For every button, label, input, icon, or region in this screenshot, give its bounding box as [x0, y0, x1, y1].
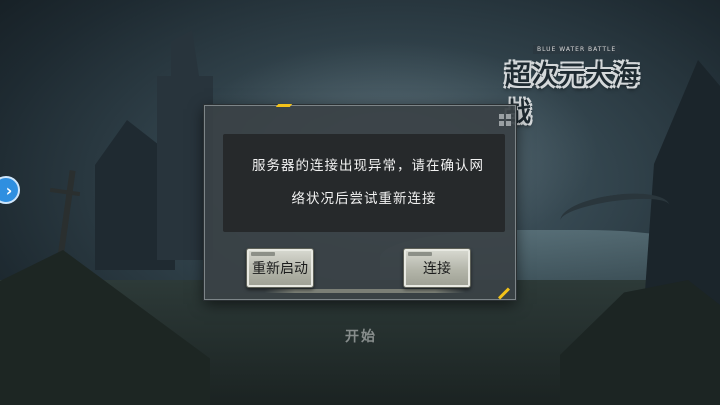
accent-stripe-bottom: [497, 287, 511, 300]
message-line-2: 络状况后尝试重新连接: [291, 191, 437, 207]
game-logo: BLUE WATER BATTLE 超次元大海战: [505, 45, 665, 128]
start-label[interactable]: 开始: [345, 326, 377, 346]
connect-button-label: 连接: [423, 261, 451, 277]
top-marquee: [60, 2, 660, 16]
logo-title: 超次元大海战: [505, 61, 641, 128]
accent-stripe-top: [275, 104, 293, 107]
message-line-1: 服务器的连接出现异常，请在确认网: [252, 158, 484, 174]
button-rail: [265, 289, 465, 293]
restart-button-label: 重新启动: [252, 261, 308, 277]
logo-subtitle: BLUE WATER BATTLE: [533, 45, 621, 54]
connect-button[interactable]: 连接: [403, 248, 471, 288]
message-box: 服务器的连接出现异常，请在确认网 络状况后尝试重新连接: [223, 134, 505, 232]
utility-pole-bar: [49, 187, 81, 197]
connection-error-dialog: 服务器的连接出现异常，请在确认网 络状况后尝试重新连接 重新启动 连接: [204, 104, 516, 300]
corner-dots-icon: [499, 114, 513, 126]
restart-button[interactable]: 重新启动: [246, 248, 314, 288]
